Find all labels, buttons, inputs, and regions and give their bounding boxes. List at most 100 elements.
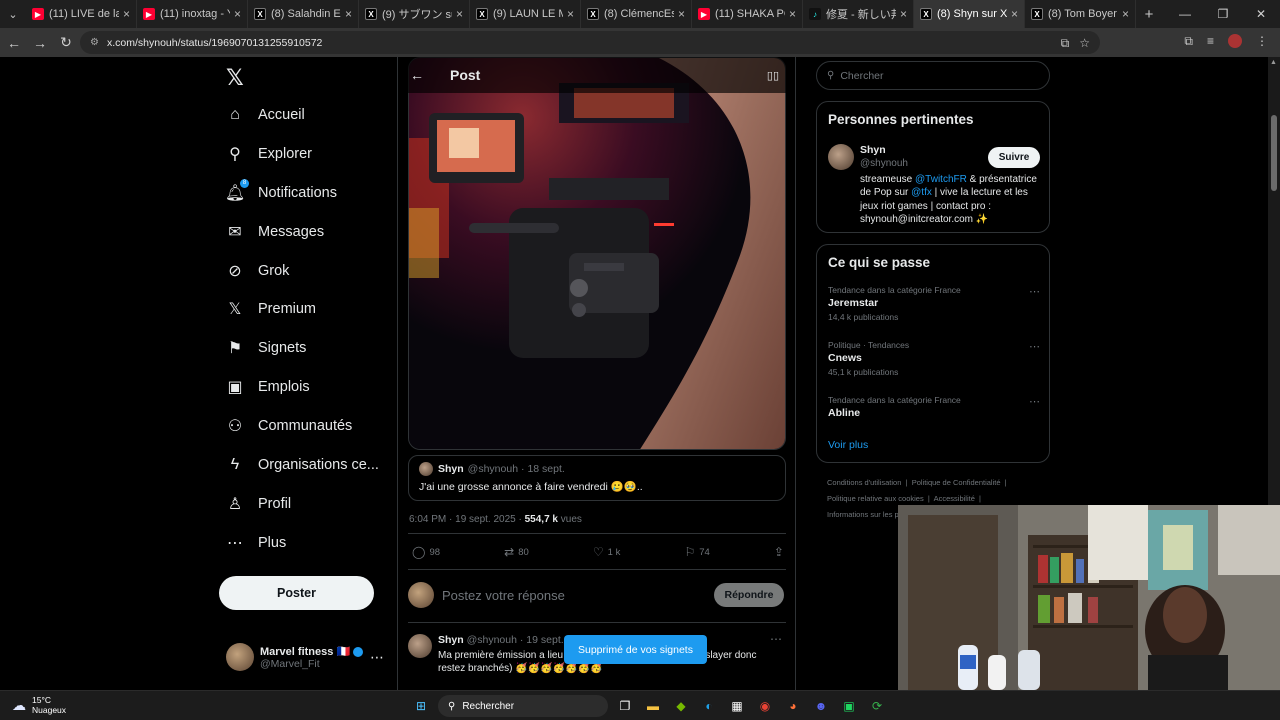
- trend-item[interactable]: Tendance dans la catégorie France Jerems…: [828, 285, 1040, 322]
- reader-mode-icon[interactable]: ▯▯: [767, 69, 779, 82]
- nav-item-notifications[interactable]: 🔔︎ 8 Notifications: [225, 179, 337, 202]
- firefox-icon[interactable]: ◕: [782, 695, 804, 717]
- trend-item[interactable]: Politique · Tendances Cnews 45,1 k publi…: [828, 340, 1040, 377]
- tab-search-menu-icon[interactable]: ⌄: [0, 0, 26, 28]
- nav-item-home[interactable]: ⌂ Accueil: [226, 106, 305, 124]
- browser-tab[interactable]: X(8) Tom Boyer sur×: [1025, 0, 1136, 28]
- close-tab-icon[interactable]: ×: [456, 7, 463, 21]
- close-tab-icon[interactable]: ×: [789, 7, 796, 21]
- discord-icon[interactable]: ☻: [810, 695, 832, 717]
- minimize-icon[interactable]: —: [1166, 7, 1204, 21]
- scroll-up-icon[interactable]: ▲: [1270, 59, 1277, 66]
- browser-tab[interactable]: X(8) Salahdin E. su×: [248, 0, 359, 28]
- close-tab-icon[interactable]: ×: [234, 7, 241, 21]
- more-options-icon[interactable]: ⋯: [1029, 340, 1040, 353]
- nav-item-profile[interactable]: ♙ Profil: [226, 495, 291, 513]
- maximize-icon[interactable]: ❐: [1204, 7, 1242, 21]
- youtube-icon: ▶: [698, 8, 710, 20]
- trend-item[interactable]: Tendance dans la catégorie France Abline…: [828, 395, 1040, 419]
- footer-link[interactable]: Politique de Confidentialité: [912, 478, 1001, 487]
- task-view-icon[interactable]: ❐: [614, 695, 636, 717]
- profile-avatar-icon[interactable]: [1228, 34, 1242, 48]
- extensions-icon[interactable]: ⧉: [1184, 34, 1193, 49]
- browser-tabbar: ⌄ ▶(11) LIVE de la PA× ▶(11) inoxtag - Y…: [0, 0, 1280, 28]
- close-tab-icon[interactable]: ×: [1122, 7, 1129, 21]
- quoted-tweet[interactable]: Shyn @shynouh · 18 sept. J'ai une grosse…: [408, 455, 786, 501]
- post-media-image[interactable]: [408, 57, 786, 450]
- url-field[interactable]: ⚙ x.com/shynouh/status/19690701312559105…: [80, 31, 1100, 54]
- browser-tab[interactable]: ▶(11) inoxtag - You×: [137, 0, 248, 28]
- more-options-icon[interactable]: ⋯: [1029, 285, 1040, 298]
- nav-item-communities[interactable]: ⚇ Communautés: [226, 417, 352, 435]
- taskbar-apps: ⊞ ⚲ Rechercher ❐ ▬ ◆ ◐ ▦ ◉ ◕ ☻ ▣ ⟳: [410, 695, 888, 717]
- edge-icon[interactable]: ◐: [698, 695, 720, 717]
- follow-button[interactable]: Suivre: [988, 147, 1040, 168]
- new-tab-icon[interactable]: +: [1136, 6, 1162, 23]
- reading-list-icon[interactable]: ≡: [1207, 34, 1214, 49]
- footer-link[interactable]: Conditions d'utilisation: [827, 478, 901, 487]
- browser-tab[interactable]: ♪修夏 - 新しい邦ロッ×: [803, 0, 914, 28]
- nav-item-messages[interactable]: ✉ Messages: [226, 223, 324, 241]
- nav-item-explore[interactable]: ⚲ Explorer: [226, 145, 312, 163]
- browser-menu-icon[interactable]: ⋮: [1256, 34, 1268, 49]
- show-more-link[interactable]: Voir plus: [828, 439, 868, 451]
- nav-item-jobs[interactable]: ▣ Emplois: [226, 378, 309, 396]
- site-info-icon[interactable]: ⚙: [90, 37, 99, 48]
- store-icon[interactable]: ▦: [726, 695, 748, 717]
- more-options-icon[interactable]: ⋯: [770, 632, 782, 646]
- back-icon[interactable]: ←: [2, 35, 26, 51]
- app-icon[interactable]: ▣: [838, 695, 860, 717]
- browser-tab[interactable]: X(8) ClémencEspoi×: [581, 0, 692, 28]
- more-options-icon[interactable]: ⋯: [1029, 395, 1040, 408]
- install-app-icon[interactable]: ⧉: [1061, 36, 1070, 51]
- more-options-icon[interactable]: ⋯: [370, 649, 384, 666]
- close-window-icon[interactable]: ✕: [1242, 7, 1280, 21]
- bookmark-star-icon[interactable]: ☆: [1079, 36, 1090, 51]
- nav-item-bookmarks[interactable]: ⚑ Signets: [226, 339, 307, 357]
- footer-link[interactable]: Politique relative aux cookies: [827, 494, 924, 503]
- nvidia-icon[interactable]: ◆: [670, 695, 692, 717]
- reload-icon[interactable]: ↻: [54, 34, 78, 51]
- close-tab-icon[interactable]: ×: [678, 7, 685, 21]
- back-arrow-icon[interactable]: ←: [410, 67, 424, 83]
- share-button[interactable]: ⇪: [774, 545, 784, 559]
- app-icon[interactable]: ⟳: [866, 695, 888, 717]
- file-explorer-icon[interactable]: ▬: [642, 695, 664, 717]
- footer-link[interactable]: Accessibilité: [934, 494, 975, 503]
- account-switcher[interactable]: Marvel fitness 🇫🇷 @Marvel_Fit ⋯: [226, 643, 384, 671]
- footer-link[interactable]: Informations sur les p: [827, 510, 899, 519]
- browser-tab-active[interactable]: X(8) Shyn sur X : "J'×: [914, 0, 1025, 28]
- avatar: [408, 582, 434, 608]
- browser-tab[interactable]: ▶(11) SHAKA PONK×: [692, 0, 803, 28]
- browser-tab[interactable]: ▶(11) LIVE de la PA×: [26, 0, 137, 28]
- close-tab-icon[interactable]: ×: [900, 7, 907, 21]
- bookmark-button[interactable]: ⚐ 74: [684, 545, 709, 559]
- nav-item-more[interactable]: ⋯ Plus: [226, 534, 286, 552]
- x-logo-icon[interactable]: 𝕏: [226, 65, 244, 91]
- weather-widget[interactable]: ☁ 15°C Nuageux: [12, 695, 66, 715]
- taskbar-search[interactable]: ⚲ Rechercher: [438, 695, 608, 717]
- search-input[interactable]: ⚲ Chercher: [816, 61, 1050, 90]
- close-tab-icon[interactable]: ×: [123, 7, 130, 21]
- close-tab-icon[interactable]: ×: [1011, 7, 1018, 21]
- windows-start-icon[interactable]: ⊞: [410, 695, 432, 717]
- mention-link[interactable]: @TwitchFR: [915, 174, 967, 185]
- nav-item-grok[interactable]: ⊘ Grok: [226, 262, 289, 280]
- close-tab-icon[interactable]: ×: [345, 7, 352, 21]
- reply-button[interactable]: ◯ 98: [412, 545, 440, 559]
- scrollbar-thumb[interactable]: [1271, 115, 1277, 191]
- browser-tab[interactable]: X(9) LAUN LE MAL×: [470, 0, 581, 28]
- forward-icon[interactable]: →: [28, 35, 52, 51]
- close-tab-icon[interactable]: ×: [567, 7, 574, 21]
- chrome-icon[interactable]: ◉: [754, 695, 776, 717]
- x-icon: X: [254, 8, 266, 20]
- like-button[interactable]: ♡ 1 k: [593, 545, 620, 559]
- repost-button[interactable]: ⇄ 80: [504, 545, 529, 559]
- post-button[interactable]: Poster: [219, 576, 374, 610]
- mention-link[interactable]: @tfx: [911, 187, 932, 198]
- nav-item-organizations[interactable]: ϟ Organisations ce...: [226, 456, 379, 474]
- reply-submit-button[interactable]: Répondre: [714, 583, 784, 607]
- nav-item-premium[interactable]: 𝕏 Premium: [226, 300, 316, 318]
- browser-tab[interactable]: X(9) サブワン sur X :×: [359, 0, 470, 28]
- reply-input[interactable]: Postez votre réponse: [442, 588, 565, 603]
